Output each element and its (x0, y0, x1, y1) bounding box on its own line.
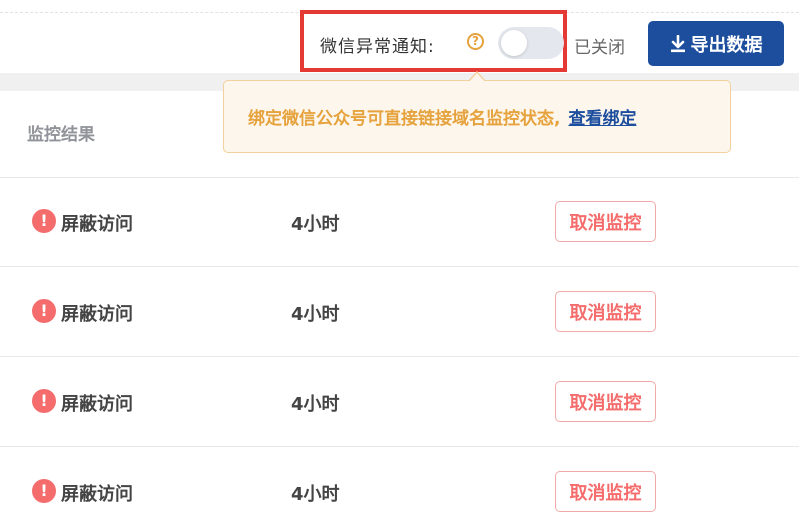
alert-circle-icon: ! (32, 299, 56, 323)
wechat-notify-toggle[interactable] (498, 27, 564, 59)
view-binding-link[interactable]: 查看绑定 (568, 104, 636, 129)
table-row: ! 屏蔽访问 4小时 取消监控 (0, 267, 799, 357)
monitor-table-body: ! 屏蔽访问 4小时 取消监控 ! 屏蔽访问 4小时 取消监控 ! 屏蔽访问 4… (0, 177, 799, 521)
export-data-label: 导出数据 (690, 34, 763, 56)
status-text: 屏蔽访问 (61, 304, 133, 325)
duration-text: 4小时 (291, 214, 340, 235)
tooltip-arrow-fill (469, 72, 485, 82)
cancel-monitor-button[interactable]: 取消监控 (555, 381, 656, 422)
duration-text: 4小时 (291, 394, 340, 415)
status-text: 屏蔽访问 (61, 214, 133, 235)
export-data-button[interactable]: 导出数据 (648, 21, 784, 66)
table-row: ! 屏蔽访问 4小时 取消监控 (0, 447, 799, 521)
alert-circle-icon: ! (32, 209, 56, 233)
cancel-monitor-button[interactable]: 取消监控 (555, 471, 656, 512)
alert-circle-icon: ! (32, 479, 56, 503)
duration-text: 4小时 (291, 304, 340, 325)
status-text: 屏蔽访问 (61, 394, 133, 415)
monitor-page: 微信异常通知: ? 已关闭 导出数据 监控结果 ! 屏蔽访问 4小时 取消监控 … (0, 0, 799, 521)
cancel-monitor-button[interactable]: 取消监控 (555, 201, 656, 242)
table-row: ! 屏蔽访问 4小时 取消监控 (0, 177, 799, 267)
column-header-result: 监控结果 (27, 125, 95, 145)
toggle-state-label: 已关闭 (574, 38, 625, 58)
wechat-notify-label: 微信异常通知: (320, 37, 435, 57)
tooltip-text: 绑定微信公众号可直接链接域名监控状态, (248, 109, 561, 129)
duration-text: 4小时 (291, 484, 340, 505)
question-circle-icon[interactable]: ? (467, 33, 484, 50)
status-text: 屏蔽访问 (61, 484, 133, 505)
download-icon (670, 34, 685, 52)
cancel-monitor-button[interactable]: 取消监控 (555, 291, 656, 332)
table-row: ! 屏蔽访问 4小时 取消监控 (0, 357, 799, 447)
toggle-knob (501, 30, 527, 56)
alert-circle-icon: ! (32, 389, 56, 413)
wechat-bind-tooltip: 绑定微信公众号可直接链接域名监控状态, 查看绑定 (223, 80, 731, 153)
